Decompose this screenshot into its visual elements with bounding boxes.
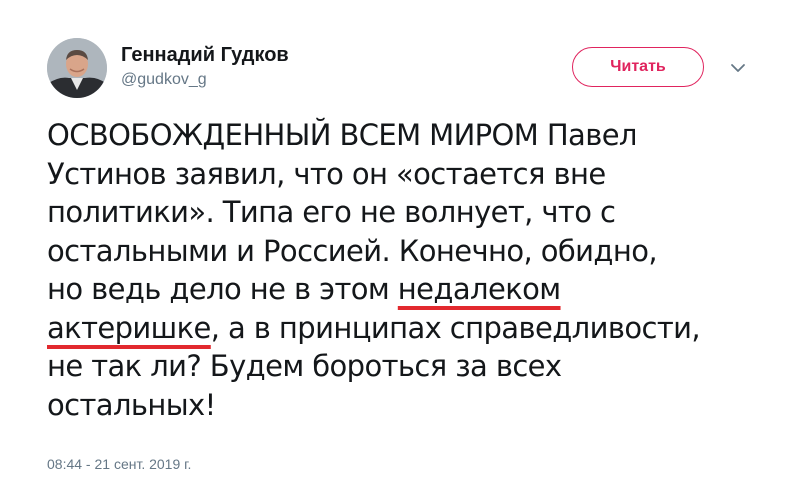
tweet-text-line: актеришке, а в принципах справедливости, — [47, 309, 747, 348]
tweet-text: ОСВОБОЖДЕННЫЙ ВСЕМ МИРОМ Павел Устинов з… — [47, 116, 747, 424]
tweet-text-line: не так ли? Будем бороться за всех — [47, 349, 562, 383]
tweet-text-line: политики». Типа его не волнует, что с — [47, 195, 616, 229]
chevron-down-icon — [731, 64, 745, 72]
tweet-text-line: остальными и Россией. Конечно, обидно, — [47, 233, 658, 268]
tweet-text-line: остальных! — [47, 387, 216, 422]
tweet-timestamp[interactable]: 08:44 - 21 сент. 2019 г. — [47, 456, 191, 472]
tweet-text-line: но ведь дело не в этом недалеком — [47, 270, 747, 309]
author-handle[interactable]: @gudkov_g — [121, 71, 207, 89]
tweet-text-segment: но ведь дело не в этом — [47, 272, 398, 306]
tweet-card: Геннадий Гудков @gudkov_g Читать ОСВОБОЖ… — [0, 0, 796, 486]
underlined-phrase: недалеком — [397, 272, 561, 306]
tweet-text-segment: , а в принципах справедливости, — [210, 310, 701, 345]
author-display-name[interactable]: Геннадий Гудков — [121, 44, 289, 66]
follow-button[interactable]: Читать — [572, 47, 704, 87]
avatar[interactable] — [47, 38, 107, 98]
tweet-menu-button[interactable] — [728, 58, 748, 78]
profile-photo-icon — [47, 38, 107, 98]
tweet-text-line: ОСВОБОЖДЕННЫЙ ВСЕМ МИРОМ Павел — [47, 118, 637, 152]
tweet-text-line: Устинов заявил, что он «остается вне — [47, 156, 606, 191]
underlined-phrase: актеришке — [47, 310, 211, 345]
